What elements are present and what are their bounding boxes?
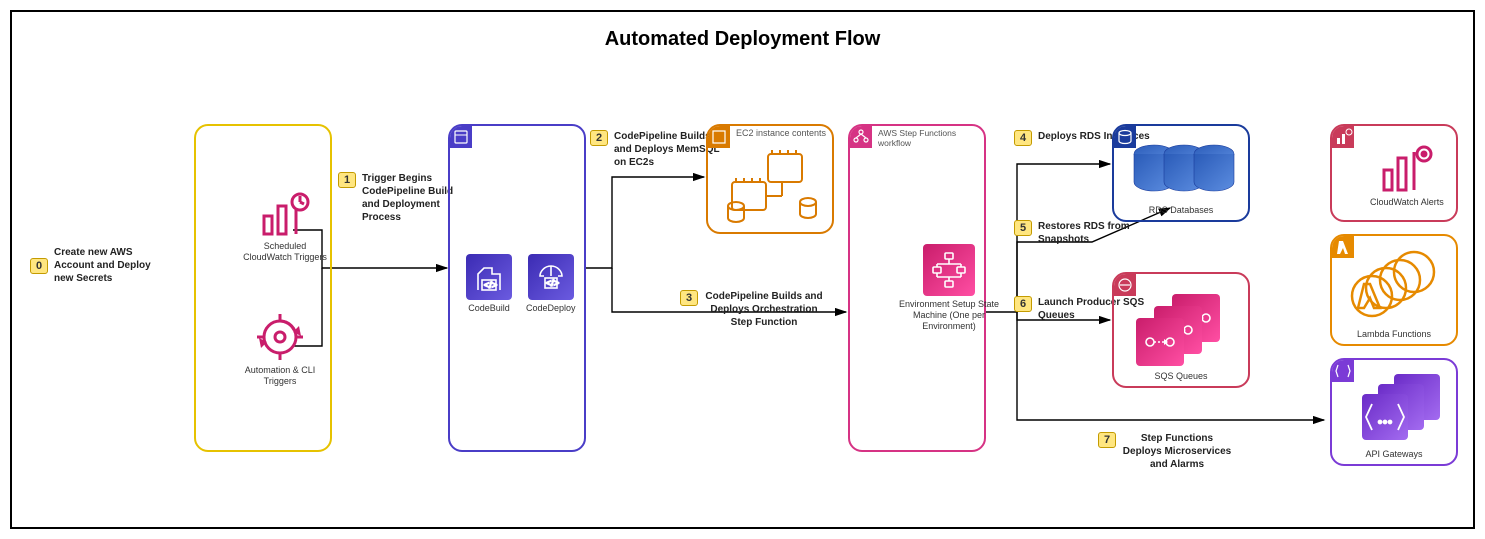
step-badge-2: 2: [590, 130, 608, 146]
step-badge-1: 1: [338, 172, 356, 188]
step-label-0: Create new AWS Account and Deploy new Se…: [54, 246, 164, 285]
step-label-5: Restores RDS from Snapshots: [1038, 220, 1168, 246]
step-0: 0 Create new AWS Account and Deploy new …: [30, 246, 164, 285]
triggers-box: Scheduled CloudWatch Triggers Automation…: [194, 124, 332, 452]
scheduled-cloudwatch-triggers: Scheduled CloudWatch Triggers: [240, 192, 330, 263]
codepipeline-corner-icon: [450, 126, 472, 148]
cloudwatch-alerts-box: CloudWatch Alerts: [1330, 124, 1458, 222]
rds-box: RDS Databases: [1112, 124, 1250, 222]
lambda-functions-icon: [1350, 250, 1446, 327]
diagram-frame: Automated Deployment Flow 0 Create new A…: [10, 10, 1475, 529]
automation-cli-triggers: Automation & CLI Triggers: [240, 312, 320, 387]
lambda-label: Lambda Functions: [1332, 329, 1456, 340]
step-label-3: CodePipeline Builds and Deploys Orchestr…: [704, 290, 824, 329]
cloudwatch-alerts-corner-icon: [1332, 126, 1354, 148]
cloudwatch-alerts-label: CloudWatch Alerts: [1370, 197, 1444, 208]
sqs-box: SQS Queues: [1112, 272, 1250, 388]
step-badge-3: 3: [680, 290, 698, 306]
cloudwatch-metrics-icon: [260, 192, 310, 238]
state-machine-icon: [923, 244, 975, 296]
codepipeline-box: </> CodeBuild </> CodeDeploy: [448, 124, 586, 452]
api-gateway-box: API Gateways: [1330, 358, 1458, 466]
cloudwatch-triggers-label: Scheduled CloudWatch Triggers: [240, 241, 330, 263]
step-badge-5: 5: [1014, 220, 1032, 236]
ec2-contents-icon: [722, 150, 822, 226]
api-gateways-icon: [1348, 372, 1448, 447]
step-label-1: Trigger Begins CodePipeline Build and De…: [362, 172, 462, 224]
step-badge-0: 0: [30, 258, 48, 274]
step-1: 1 Trigger Begins CodePipeline Build and …: [338, 172, 462, 224]
svg-text:</>: </>: [546, 278, 559, 288]
ec2-header-label: EC2 instance contents: [736, 128, 826, 138]
state-machine-service: Environment Setup State Machine (One per…: [894, 244, 1004, 331]
svg-text:</>: </>: [484, 280, 497, 290]
gear-cycle-icon: [255, 312, 305, 362]
codedeploy-icon: </>: [528, 254, 574, 300]
step-badge-4: 4: [1014, 130, 1032, 146]
step-label-7: Step Functions Deploys Microservices and…: [1122, 432, 1232, 471]
step-3: 3 CodePipeline Builds and Deploys Orches…: [680, 290, 824, 329]
rds-label: RDS Databases: [1114, 205, 1248, 216]
step-7: 7 Step Functions Deploys Microservices a…: [1098, 432, 1232, 471]
step-badge-6: 6: [1014, 296, 1032, 312]
sqs-label: SQS Queues: [1114, 371, 1248, 382]
cli-triggers-label: Automation & CLI Triggers: [240, 365, 320, 387]
stepfunctions-box: AWS Step Functions workflow Environment …: [848, 124, 986, 452]
codebuild-icon: </>: [466, 254, 512, 300]
api-gateway-label: API Gateways: [1332, 449, 1456, 460]
rds-databases-icon: [1128, 142, 1238, 200]
state-machine-label: Environment Setup State Machine (One per…: [894, 299, 1004, 331]
step-badge-7: 7: [1098, 432, 1116, 448]
sqs-corner-icon: [1114, 274, 1136, 296]
stepfunctions-header-label: AWS Step Functions workflow: [878, 128, 984, 148]
stepfunctions-corner-icon: [850, 126, 872, 148]
step-5: 5 Restores RDS from Snapshots: [1014, 220, 1168, 246]
codedeploy-service: </> CodeDeploy: [526, 254, 576, 314]
codedeploy-label: CodeDeploy: [526, 303, 576, 314]
step-2: 2 CodePipeline Builds and Deploys MemSQL…: [590, 130, 724, 169]
cloudwatch-alerts-icon: [1380, 144, 1434, 194]
lambda-box: Lambda Functions: [1330, 234, 1458, 346]
sqs-queues-icon: [1136, 294, 1230, 364]
cloudwatch-alerts-service: CloudWatch Alerts: [1370, 144, 1444, 208]
codebuild-label: CodeBuild: [468, 303, 510, 314]
ec2-corner-icon: [708, 126, 730, 148]
ec2-box: EC2 instance contents: [706, 124, 834, 234]
codebuild-service: </> CodeBuild: [466, 254, 512, 314]
